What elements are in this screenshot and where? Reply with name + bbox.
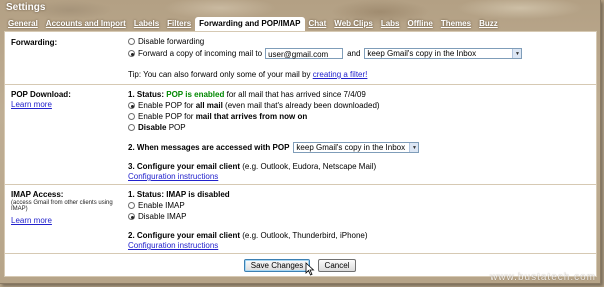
- imap-enable-row: Enable IMAP: [128, 201, 185, 210]
- forwarding-title: Forwarding:: [11, 38, 58, 47]
- tab-buzz[interactable]: Buzz: [475, 17, 502, 31]
- forwarding-tip: Tip: You can also forward only some of y…: [128, 70, 367, 79]
- forwarding-email-field[interactable]: user@gmail.com: [265, 48, 344, 59]
- imap-status-text: 1. Status: IMAP is disabled: [128, 190, 230, 199]
- pop-disable-row: Disable POP: [128, 123, 186, 132]
- pop-all-suffix: (even mail that's already been downloade…: [225, 101, 380, 110]
- pop-disable-radio[interactable]: [128, 124, 135, 131]
- save-changes-button[interactable]: Save Changes: [244, 259, 310, 272]
- pop-all-radio[interactable]: [128, 102, 135, 109]
- imap-config-rest: (e.g. Outlook, Thunderbird, iPhone): [242, 231, 368, 240]
- pop-config-row: 3. Configure your email client (e.g. Out…: [128, 162, 376, 171]
- imap-config-link[interactable]: Configuration instructions: [128, 241, 218, 250]
- pop-now-row: Enable POP for mail that arrives from no…: [128, 112, 307, 121]
- imap-config-row: 2. Configure your email client (e.g. Out…: [128, 231, 368, 240]
- forwarding-enable-row: Forward a copy of incoming mail to user@…: [128, 48, 523, 59]
- pop-now-label: Enable POP for: [138, 112, 194, 121]
- imap-title: IMAP Access:: [11, 190, 64, 199]
- tab-chat[interactable]: Chat: [305, 17, 331, 31]
- imap-desc: (access Gmail from other clients using I…: [11, 200, 113, 212]
- imap-config-link-row: Configuration instructions: [128, 241, 218, 250]
- pop-section: POP Download: Learn more 1. Status: POP …: [5, 85, 596, 185]
- tab-accounts-and-import[interactable]: Accounts and Import: [42, 17, 130, 31]
- forwarding-keep-value: keep Gmail's copy in the Inbox: [367, 49, 477, 58]
- tab-offline[interactable]: Offline: [404, 17, 437, 31]
- pop-config-link[interactable]: Configuration instructions: [128, 172, 218, 181]
- forwarding-disable-radio[interactable]: [128, 38, 135, 45]
- pop-status-prefix: 1. Status:: [128, 90, 165, 99]
- imap-config-bold: 2. Configure your email client: [128, 231, 241, 240]
- tab-filters[interactable]: Filters: [163, 17, 195, 31]
- settings-tabs: General Accounts and Import Labels Filte…: [4, 17, 502, 31]
- cancel-button[interactable]: Cancel: [318, 259, 356, 272]
- chevron-down-icon: ▼: [512, 49, 522, 58]
- pop-config-rest: (e.g. Outlook, Eudora, Netscape Mail): [242, 162, 377, 171]
- forwarding-disable-label: Disable forwarding: [138, 37, 205, 46]
- pop-when-row: 2. When messages are accessed with POP k…: [128, 142, 420, 153]
- imap-enable-label: Enable IMAP: [138, 201, 185, 210]
- forwarding-enable-radio[interactable]: [128, 50, 135, 57]
- pop-status-suffix: for all mail that has arrived since 7/4/…: [226, 90, 366, 99]
- watermark: www.bustatech.com: [490, 272, 596, 283]
- page-title: Settings: [6, 2, 46, 13]
- forwarding-and-label: and: [347, 49, 361, 58]
- imap-disable-radio[interactable]: [128, 213, 135, 220]
- pop-now-bold: mail that arrives from now on: [195, 112, 308, 121]
- forwarding-enable-label: Forward a copy of incoming mail to: [138, 49, 263, 58]
- imap-disable-row: Disable IMAP: [128, 212, 186, 221]
- pop-disable-suffix: POP: [168, 123, 186, 132]
- chevron-down-icon: ▼: [409, 143, 419, 152]
- pop-status-value: POP is enabled: [166, 90, 225, 99]
- create-filter-link[interactable]: creating a filter!: [313, 70, 368, 79]
- pop-config-link-row: Configuration instructions: [128, 172, 218, 181]
- pop-all-bold: all mail: [195, 101, 223, 110]
- pop-when-select[interactable]: keep Gmail's copy in the Inbox ▼: [293, 142, 420, 153]
- pop-all-row: Enable POP for all mail (even mail that'…: [128, 101, 380, 110]
- pop-when-label: 2. When messages are accessed with POP: [128, 143, 290, 152]
- imap-status: 1. Status: IMAP is disabled: [128, 190, 230, 199]
- tab-themes[interactable]: Themes: [437, 17, 475, 31]
- tab-general[interactable]: General: [4, 17, 42, 31]
- tab-forwarding-pop-imap[interactable]: Forwarding and POP/IMAP: [195, 17, 305, 31]
- pop-learn-more-link[interactable]: Learn more: [11, 100, 52, 109]
- forwarding-keep-select[interactable]: keep Gmail's copy in the Inbox ▼: [364, 48, 523, 59]
- pop-config-bold: 3. Configure your email client: [128, 162, 241, 171]
- mouse-cursor-icon: [305, 262, 315, 276]
- pop-now-radio[interactable]: [128, 113, 135, 120]
- tab-web-clips[interactable]: Web Clips: [330, 17, 377, 31]
- pop-disable-bold: Disable: [138, 123, 167, 132]
- forwarding-tip-text: Tip: You can also forward only some of y…: [128, 70, 311, 79]
- pop-status: 1. Status: POP is enabled for all mail t…: [128, 90, 366, 99]
- tab-labs[interactable]: Labs: [377, 17, 404, 31]
- imap-disable-label: Disable IMAP: [138, 212, 187, 221]
- imap-learn-more-link[interactable]: Learn more: [11, 216, 52, 225]
- forwarding-disable-row: Disable forwarding: [128, 37, 204, 46]
- settings-panel: Forwarding: Disable forwarding Forward a…: [4, 31, 597, 277]
- imap-enable-radio[interactable]: [128, 202, 135, 209]
- imap-section: IMAP Access: (access Gmail from other cl…: [5, 185, 596, 254]
- pop-all-label: Enable POP for: [138, 101, 194, 110]
- tab-labels[interactable]: Labels: [130, 17, 163, 31]
- pop-title: POP Download:: [11, 90, 71, 99]
- forwarding-section: Forwarding: Disable forwarding Forward a…: [5, 32, 596, 85]
- pop-when-value: keep Gmail's copy in the Inbox: [296, 143, 406, 152]
